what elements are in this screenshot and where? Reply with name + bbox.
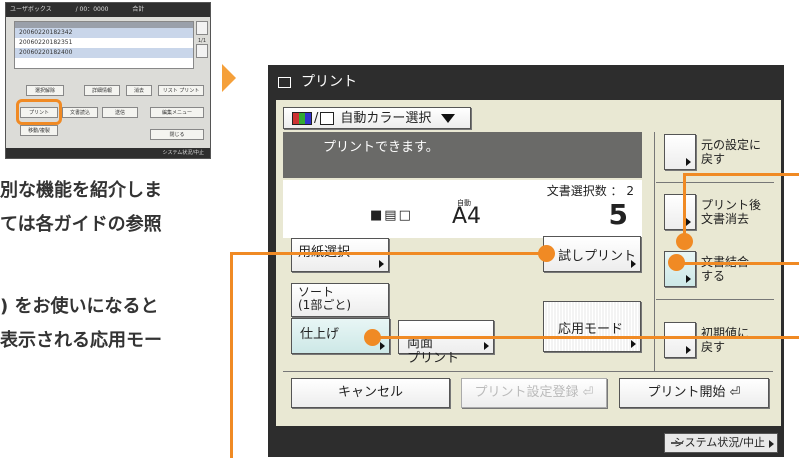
screen-title: プリント	[301, 74, 357, 90]
chevron-down-icon	[441, 114, 456, 123]
callout-marker	[676, 233, 693, 250]
special-mode-button[interactable]: 応用モード	[543, 301, 641, 352]
store-settings-button[interactable]: プリント設定登録 ⏎	[461, 378, 607, 408]
thumbnail-pager: 1/1	[197, 38, 207, 44]
chevron-right-icon	[769, 440, 774, 448]
description-line-3: ) をお使いになると	[0, 296, 159, 317]
thumb-send-button: 送信	[102, 107, 138, 118]
thumb-edit-menu-button: 編集メニュー	[150, 107, 204, 118]
cancel-button[interactable]: キャンセル	[291, 378, 450, 408]
callout-line	[683, 173, 799, 176]
thumb-close-button: 閉じる	[150, 129, 204, 140]
delete-after-print-button[interactable]	[664, 194, 696, 230]
description-line-4: 表示される応用モー	[0, 330, 162, 351]
reset-defaults-button[interactable]	[664, 322, 696, 358]
callout-line	[230, 252, 233, 458]
color-mode-label: 自動カラー選択	[340, 111, 432, 126]
thumb-scan-button: 文書読込	[62, 107, 98, 118]
reset-defaults-label: 初期値に 戻す	[701, 326, 750, 354]
trial-print-button[interactable]: 試しプリント	[543, 236, 641, 272]
thumbnail-header: ユーザボックス / 00：0000 合計	[6, 3, 210, 17]
restore-settings-button[interactable]	[664, 134, 696, 170]
callout-line	[230, 252, 546, 255]
thumbnail-doc-list: 20060220182342 20060220182351 2006022018…	[14, 21, 194, 69]
thumbnail-header-time: / 00：0000	[75, 6, 109, 13]
restore-settings-label: 元の設定に 戻す	[701, 138, 762, 166]
paper-size: A4	[452, 204, 482, 229]
paper-source-icon: ■▤□	[370, 208, 413, 223]
callout-marker	[364, 329, 381, 346]
list-item: 20060220182400	[15, 48, 193, 58]
merge-documents-label: 文書結合 する	[701, 255, 749, 283]
thumbnail-header-total: 合計	[132, 6, 145, 13]
thumb-details-button: 詳細情報	[84, 85, 120, 96]
start-print-button[interactable]: プリント開始 ⏎	[619, 378, 769, 408]
thumb-select-button: 選択解除	[26, 85, 64, 96]
message-area: プリントできます。	[283, 132, 642, 178]
thumbnail-header-title: ユーザボックス	[10, 6, 52, 13]
mono-icon	[320, 112, 335, 125]
thumbnail-screenshot: ユーザボックス / 00：0000 合計 20060220182342 2006…	[5, 2, 211, 159]
list-item: 20060220182351	[19, 39, 73, 46]
status-icon	[671, 442, 683, 444]
thumbnail-scroll: 1/1	[196, 21, 208, 69]
thumbnail-status: システム状況/中止	[6, 148, 210, 158]
status-message: プリントできます。	[323, 140, 439, 155]
thumb-erase-button: 消去	[126, 85, 152, 96]
thumb-move-button: 移動/複製	[20, 125, 58, 136]
thumb-print-highlight	[16, 99, 62, 125]
print-info-area: 文書選択数 ： 2 ■▤□ 自動 A4 5	[283, 180, 642, 238]
color-icon	[292, 112, 312, 125]
doc-selected-count: 文書選択数 ： 2	[546, 184, 634, 198]
delete-after-print-label: プリント後 文書消去	[701, 198, 762, 226]
description-line-2: ては各ガイドの参照	[0, 214, 162, 235]
print-icon	[278, 76, 291, 88]
sort-button[interactable]: ソート (1部ごと)	[291, 283, 389, 317]
system-status-button[interactable]: システム状況/中止	[664, 433, 778, 453]
arrow-right-icon	[222, 64, 236, 92]
screen-title-bar: プリント	[268, 65, 784, 100]
list-item: 20060220182342	[15, 28, 193, 38]
callout-marker	[538, 245, 555, 262]
description-line-1: 別な機能を紹介しま	[0, 180, 162, 201]
callout-line	[372, 336, 799, 339]
color-mode-select[interactable]: / 自動カラー選択	[283, 107, 471, 129]
thumb-list-print-button: リスト プリント	[158, 85, 204, 96]
callout-line	[683, 262, 799, 265]
copy-count: 5	[608, 198, 628, 231]
paper-select-button[interactable]: 用紙選択	[291, 238, 389, 272]
callout-marker	[668, 254, 685, 271]
